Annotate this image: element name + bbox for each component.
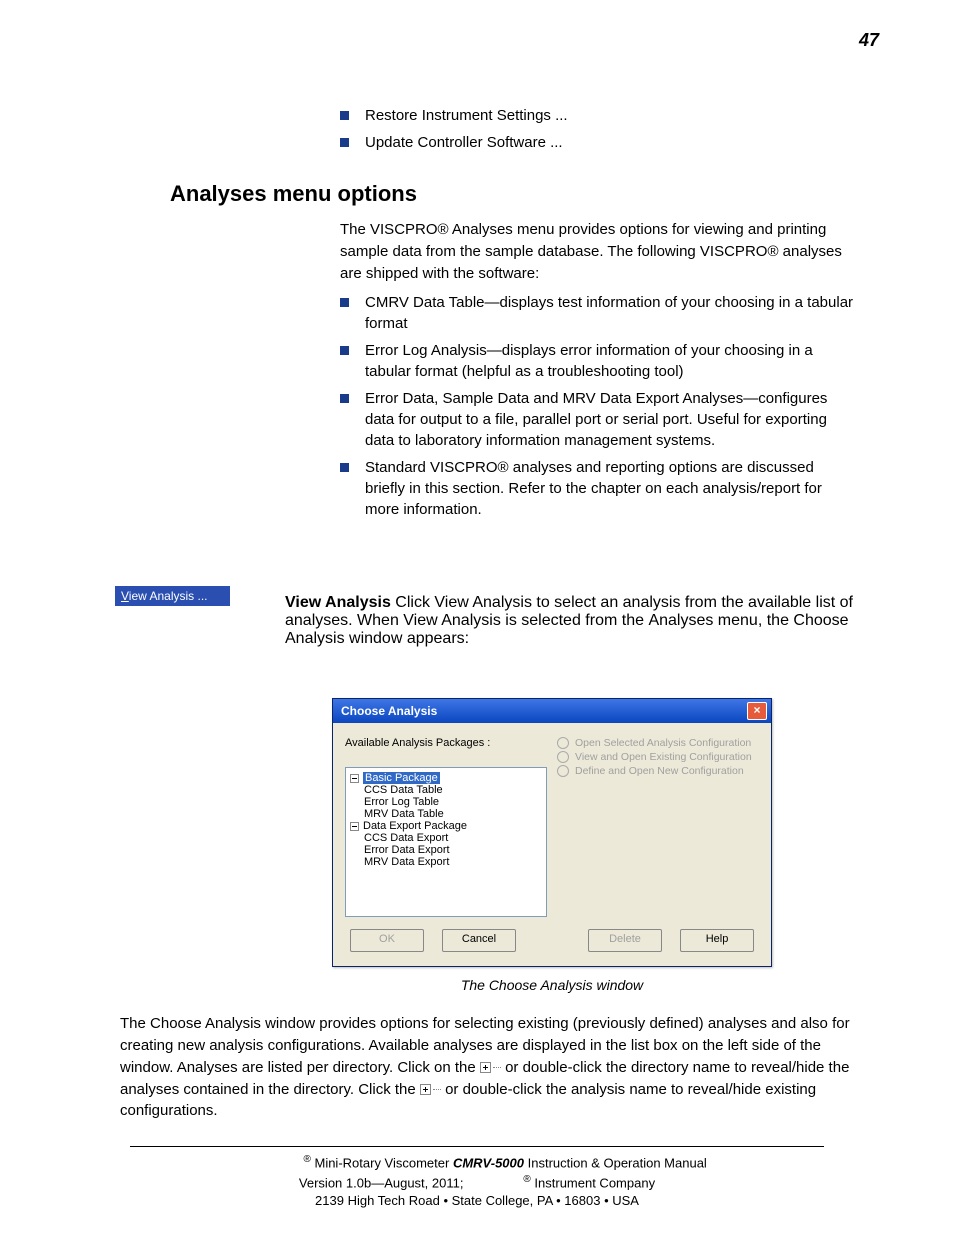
list-item: CMRV Data Table—displays test informatio… bbox=[340, 292, 854, 334]
cancel-button[interactable]: Cancel bbox=[442, 929, 516, 952]
radio-define-new[interactable]: Define and Open New Configuration bbox=[557, 765, 759, 777]
tree-line-icon bbox=[433, 1089, 441, 1090]
plus-icon bbox=[420, 1084, 431, 1095]
bullet-icon bbox=[340, 298, 349, 307]
tree-node-basic[interactable]: Basic Package bbox=[363, 772, 440, 784]
plus-icon bbox=[480, 1062, 491, 1073]
page-number: 47 bbox=[859, 30, 879, 51]
bullet-icon bbox=[340, 463, 349, 472]
help-button[interactable]: Help bbox=[680, 929, 754, 952]
tree-leaf[interactable]: Error Data Export bbox=[364, 844, 542, 856]
tree-leaf[interactable]: MRV Data Table bbox=[364, 808, 542, 820]
delete-button[interactable]: Delete bbox=[588, 929, 662, 952]
radio-icon bbox=[557, 737, 569, 749]
bullet-icon bbox=[340, 111, 349, 120]
post-dialog-paragraph: The Choose Analysis window provides opti… bbox=[120, 1013, 854, 1122]
section-heading: Analyses menu options bbox=[170, 181, 884, 207]
subheading: View Analysis bbox=[285, 594, 391, 611]
bullet-text: Update Controller Software ... bbox=[365, 132, 563, 153]
bullet-icon bbox=[340, 346, 349, 355]
radio-icon bbox=[557, 765, 569, 777]
divider bbox=[130, 1146, 824, 1147]
list-item: Standard VISCPRO® analyses and reporting… bbox=[340, 457, 854, 520]
bullet-text: Restore Instrument Settings ... bbox=[365, 105, 568, 126]
figure-caption: The Choose Analysis window bbox=[250, 977, 854, 993]
tree-leaf[interactable]: CCS Data Export bbox=[364, 832, 542, 844]
bullet-icon bbox=[340, 138, 349, 147]
packages-tree[interactable]: Basic Package CCS Data Table Error Log T… bbox=[345, 767, 547, 917]
dialog-title: Choose Analysis bbox=[341, 704, 437, 718]
radio-view-existing[interactable]: View and Open Existing Configuration bbox=[557, 751, 759, 763]
bullet-text: Error Data, Sample Data and MRV Data Exp… bbox=[365, 388, 854, 451]
list-item: Error Log Analysis—displays error inform… bbox=[340, 340, 854, 382]
menu-item-view-analysis[interactable]: View Analysis ... bbox=[115, 586, 230, 606]
close-icon[interactable]: × bbox=[747, 702, 767, 720]
tree-node-export[interactable]: Data Export Package bbox=[363, 820, 467, 832]
list-item: Error Data, Sample Data and MRV Data Exp… bbox=[340, 388, 854, 451]
list-item: Restore Instrument Settings ... bbox=[340, 105, 854, 126]
dialog-choose-analysis: Choose Analysis × Available Analysis Pac… bbox=[332, 698, 772, 967]
tree-leaf[interactable]: MRV Data Export bbox=[364, 856, 542, 868]
page-footer: CANNON® Mini-Rotary Viscometer CMRV-5000… bbox=[70, 1153, 884, 1210]
tree-leaf[interactable]: CCS Data Table bbox=[364, 784, 542, 796]
bullet-text: Standard VISCPRO® analyses and reporting… bbox=[365, 457, 854, 520]
ok-button[interactable]: OK bbox=[350, 929, 424, 952]
intro-paragraph: The VISCPRO® Analyses menu provides opti… bbox=[340, 219, 854, 284]
packages-label: Available Analysis Packages : bbox=[345, 737, 547, 749]
list-item: Update Controller Software ... bbox=[340, 132, 854, 153]
radio-icon bbox=[557, 751, 569, 763]
menu-item-label: iew Analysis ... bbox=[129, 589, 208, 603]
tree-leaf[interactable]: Error Log Table bbox=[364, 796, 542, 808]
tree-line-icon bbox=[493, 1067, 501, 1068]
bullet-text: Error Log Analysis—displays error inform… bbox=[365, 340, 854, 382]
bullet-icon bbox=[340, 394, 349, 403]
radio-open-selected[interactable]: Open Selected Analysis Configuration bbox=[557, 737, 759, 749]
bullet-text: CMRV Data Table—displays test informatio… bbox=[365, 292, 854, 334]
